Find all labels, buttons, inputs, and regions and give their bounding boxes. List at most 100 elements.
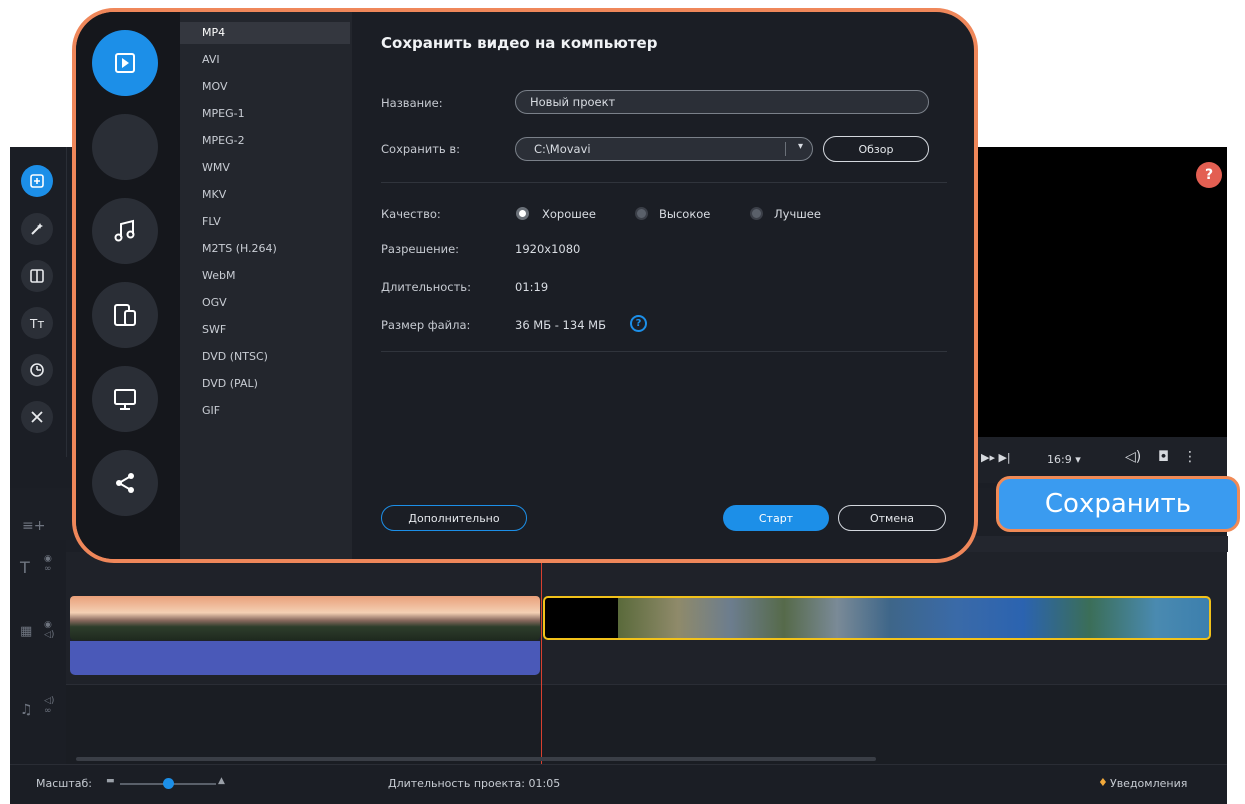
scale-label: Масштаб: xyxy=(36,777,92,790)
playhead[interactable] xyxy=(541,552,542,764)
volume-icon[interactable]: ◁) xyxy=(1125,449,1141,465)
format-item-m2ts[interactable]: M2TS (H.264) xyxy=(202,242,277,255)
track-headers: ≡+ T ◉ ∞ ▦ ◉ ◁) ♫ ◁) ∞ xyxy=(10,518,66,764)
titles-tool-button[interactable]: Tт xyxy=(21,307,53,339)
export-dialog: MP4 AVI MOV MPEG-1 MPEG-2 WMV MKV FLV M2… xyxy=(72,8,978,563)
format-item-swf[interactable]: SWF xyxy=(202,323,226,336)
video-clip-sunset[interactable] xyxy=(70,596,540,640)
play-icon xyxy=(115,53,135,73)
music-note-icon xyxy=(114,219,135,242)
status-bar: Масштаб: ▬ ▲ Длительность проекта: 01:05… xyxy=(10,757,1227,804)
visibility-icon[interactable]: ◉ ∞ xyxy=(44,554,52,574)
category-devices[interactable] xyxy=(92,282,158,348)
quality-best-radio[interactable] xyxy=(750,207,763,220)
text-icon: Tт xyxy=(29,317,44,331)
quality-best-label[interactable]: Лучшее xyxy=(774,207,821,221)
save-to-label: Сохранить в: xyxy=(381,142,460,156)
quality-high-label[interactable]: Высокое xyxy=(659,207,710,221)
stickers-tool-button[interactable] xyxy=(21,354,53,386)
format-item-ogv[interactable]: OGV xyxy=(202,296,227,309)
help-icon[interactable]: ? xyxy=(1196,162,1222,188)
duration-value: 01:19 xyxy=(515,280,549,294)
resolution-label: Разрешение: xyxy=(381,242,460,256)
monitor-icon xyxy=(114,389,136,410)
quality-high-radio[interactable] xyxy=(635,207,648,220)
format-item-mov[interactable]: MOV xyxy=(202,80,227,93)
name-label: Название: xyxy=(381,96,443,110)
category-blank[interactable] xyxy=(92,114,158,180)
format-item-flv[interactable]: FLV xyxy=(202,215,221,228)
zoom-in-icon[interactable]: ▲ xyxy=(218,776,225,786)
filters-tool-button[interactable] xyxy=(21,213,53,245)
tools-icon xyxy=(31,411,43,423)
svg-text:Tт: Tт xyxy=(29,317,44,331)
format-item-mp4[interactable]: MP4 xyxy=(202,26,225,39)
snapshot-icon[interactable]: ◘ xyxy=(1158,449,1169,465)
clock-icon xyxy=(30,363,44,377)
video-preview xyxy=(975,147,1227,437)
mute-video-icon[interactable]: ◉ ◁) xyxy=(44,620,54,640)
format-item-dvd-ntsc[interactable]: DVD (NTSC) xyxy=(202,350,268,363)
category-audio[interactable] xyxy=(92,198,158,264)
format-item-mpeg2[interactable]: MPEG-2 xyxy=(202,134,245,147)
quality-label: Качество: xyxy=(381,207,441,221)
save-to-select[interactable]: C:\Movavi ▾ xyxy=(515,137,813,161)
timeline-ruler[interactable] xyxy=(966,536,1228,552)
category-tv[interactable] xyxy=(92,366,158,432)
quality-good-radio[interactable] xyxy=(516,207,529,220)
save-to-value: C:\Movavi xyxy=(534,142,591,156)
devices-icon xyxy=(114,304,136,326)
audio-track-icon: ♫ xyxy=(20,702,33,718)
audio-clip-sunset[interactable] xyxy=(70,641,540,675)
bell-icon[interactable]: ♦ xyxy=(1098,776,1108,789)
format-item-wmv[interactable]: WMV xyxy=(202,161,230,174)
export-categories xyxy=(76,12,180,559)
format-item-mpeg1[interactable]: MPEG-1 xyxy=(202,107,245,120)
video-track-icon: ▦ xyxy=(20,624,33,639)
duration-label: Длительность: xyxy=(381,280,471,294)
notifications-link[interactable]: Уведомления xyxy=(1110,777,1187,790)
advanced-button[interactable]: Дополнительно xyxy=(381,505,527,531)
share-icon xyxy=(116,473,134,493)
divider-bottom xyxy=(381,351,947,352)
format-item-avi[interactable]: AVI xyxy=(202,53,220,66)
format-item-dvd-pal[interactable]: DVD (PAL) xyxy=(202,377,258,390)
aspect-ratio-value: 16:9 xyxy=(1047,453,1072,466)
audio-track[interactable] xyxy=(66,684,1227,765)
aspect-ratio-select[interactable]: 16:9 ▾ xyxy=(1047,453,1081,466)
transition-icon xyxy=(30,269,44,283)
add-track-icon[interactable]: ≡+ xyxy=(22,518,45,534)
filesize-help-icon[interactable]: ? xyxy=(630,315,647,332)
dialog-title: Сохранить видео на компьютер xyxy=(381,34,658,52)
transitions-tool-button[interactable] xyxy=(21,260,53,292)
timeline-scrollbar[interactable] xyxy=(76,757,876,761)
cancel-button[interactable]: Отмена xyxy=(838,505,946,531)
divider-top xyxy=(381,182,947,183)
start-button[interactable]: Старт xyxy=(723,505,829,531)
left-toolbar: Tт xyxy=(10,147,67,457)
filesize-value: 36 МБ - 134 МБ xyxy=(515,318,606,332)
format-item-gif[interactable]: GIF xyxy=(202,404,220,417)
browse-button[interactable]: Обзор xyxy=(823,136,929,162)
import-tool-button[interactable] xyxy=(21,165,53,197)
format-item-mkv[interactable]: MKV xyxy=(202,188,226,201)
save-button[interactable]: Сохранить xyxy=(996,476,1240,532)
import-icon xyxy=(30,174,44,188)
quality-good-label[interactable]: Хорошее xyxy=(542,207,596,221)
chevron-down-icon[interactable]: ▾ xyxy=(798,141,803,152)
category-video-file[interactable] xyxy=(92,30,158,96)
zoom-out-icon[interactable]: ▬ xyxy=(106,776,115,786)
format-item-webm[interactable]: WebM xyxy=(202,269,235,282)
magic-wand-icon xyxy=(31,223,43,235)
name-input[interactable]: Новый проект xyxy=(515,90,929,114)
video-clip-selected[interactable] xyxy=(543,596,1211,640)
resolution-value: 1920x1080 xyxy=(515,242,581,256)
project-duration: Длительность проекта: 01:05 xyxy=(388,777,561,790)
step-forward-icon[interactable]: ▶▸ ▶| xyxy=(981,451,1011,464)
more-tools-button[interactable] xyxy=(21,401,53,433)
audio-clip-empty xyxy=(543,641,1211,675)
mute-audio-icon[interactable]: ◁) ∞ xyxy=(44,696,54,716)
zoom-slider-handle[interactable] xyxy=(163,778,174,789)
more-icon[interactable]: ⋮ xyxy=(1183,449,1197,465)
category-share[interactable] xyxy=(92,450,158,516)
